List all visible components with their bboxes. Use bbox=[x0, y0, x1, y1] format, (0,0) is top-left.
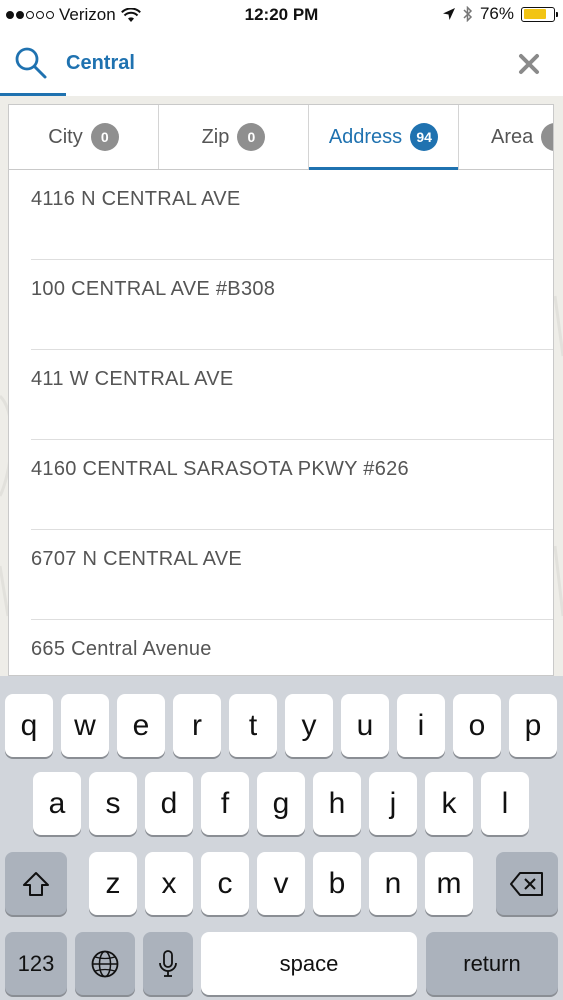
address-results-list: 4116 N CENTRAL AVE 100 CENTRAL AVE #B308… bbox=[9, 170, 553, 675]
result-item[interactable]: 6707 N CENTRAL AVE bbox=[9, 530, 553, 620]
battery-percent: 76% bbox=[479, 4, 514, 23]
key-m[interactable]: m bbox=[425, 852, 473, 915]
tab-zip[interactable]: Zip 0 bbox=[159, 105, 309, 169]
count-badge: 0 bbox=[90, 123, 119, 151]
key-h[interactable]: h bbox=[313, 772, 361, 835]
shift-icon bbox=[23, 871, 49, 896]
key-g[interactable]: g bbox=[257, 772, 305, 835]
globe-key[interactable] bbox=[75, 932, 135, 995]
search-results-panel: City 0 Zip 0 Address 94 Area 4116 N CENT… bbox=[8, 104, 554, 676]
close-icon[interactable] bbox=[517, 52, 541, 76]
key-t[interactable]: t bbox=[229, 694, 277, 757]
return-key[interactable]: return bbox=[426, 932, 558, 995]
tab-label: Area bbox=[491, 125, 534, 148]
key-a[interactable]: a bbox=[33, 772, 81, 835]
count-badge: 94 bbox=[410, 123, 439, 151]
tab-label: Zip bbox=[201, 125, 230, 148]
key-z[interactable]: z bbox=[89, 852, 137, 915]
tab-address[interactable]: Address 94 bbox=[309, 105, 459, 170]
result-item[interactable]: 4116 N CENTRAL AVE bbox=[9, 170, 553, 260]
count-badge: 0 bbox=[237, 123, 266, 151]
key-l[interactable]: l bbox=[481, 772, 529, 835]
key-s[interactable]: s bbox=[89, 772, 137, 835]
on-screen-keyboard: q w e r t y u i o p a s d f g h j k l z … bbox=[0, 676, 563, 1000]
key-i[interactable]: i bbox=[397, 694, 445, 757]
status-bar: Verizon 12:20 PM 76% bbox=[0, 0, 563, 32]
key-x[interactable]: x bbox=[145, 852, 193, 915]
key-v[interactable]: v bbox=[257, 852, 305, 915]
tab-label: Address bbox=[328, 125, 403, 148]
key-d[interactable]: d bbox=[145, 772, 193, 835]
count-badge bbox=[541, 123, 553, 151]
microphone-key[interactable] bbox=[143, 932, 193, 995]
key-r[interactable]: r bbox=[173, 694, 221, 757]
key-o[interactable]: o bbox=[453, 694, 501, 757]
key-y[interactable]: y bbox=[285, 694, 333, 757]
battery-icon bbox=[521, 6, 558, 22]
tab-city[interactable]: City 0 bbox=[9, 105, 159, 169]
numbers-key[interactable]: 123 bbox=[5, 932, 67, 995]
location-arrow-icon bbox=[442, 8, 455, 20]
status-right: 76% bbox=[442, 4, 558, 24]
result-category-tabs: City 0 Zip 0 Address 94 Area bbox=[9, 105, 553, 170]
search-icon[interactable] bbox=[14, 46, 48, 80]
key-u[interactable]: u bbox=[341, 694, 389, 757]
space-key[interactable]: space bbox=[201, 932, 417, 995]
key-c[interactable]: c bbox=[201, 852, 249, 915]
key-q[interactable]: q bbox=[5, 694, 53, 757]
key-w[interactable]: w bbox=[61, 694, 109, 757]
microphone-icon bbox=[159, 949, 177, 977]
result-item[interactable]: 100 CENTRAL AVE #B308 bbox=[9, 260, 553, 350]
key-b[interactable]: b bbox=[313, 852, 361, 915]
result-item[interactable]: 665 Central Avenue bbox=[9, 620, 553, 675]
result-item[interactable]: 4160 CENTRAL SARASOTA PKWY #626 bbox=[9, 440, 553, 530]
search-input[interactable] bbox=[66, 48, 486, 78]
key-n[interactable]: n bbox=[369, 852, 417, 915]
key-e[interactable]: e bbox=[117, 694, 165, 757]
result-item[interactable]: 411 W CENTRAL AVE bbox=[9, 350, 553, 440]
globe-icon bbox=[91, 950, 119, 977]
delete-icon bbox=[510, 871, 543, 896]
delete-key[interactable] bbox=[496, 852, 558, 915]
key-f[interactable]: f bbox=[201, 772, 249, 835]
search-header bbox=[0, 32, 563, 96]
shift-key[interactable] bbox=[5, 852, 67, 915]
key-j[interactable]: j bbox=[369, 772, 417, 835]
tab-label: City bbox=[48, 125, 83, 148]
key-k[interactable]: k bbox=[425, 772, 473, 835]
tab-area[interactable]: Area bbox=[459, 105, 553, 169]
key-p[interactable]: p bbox=[509, 694, 557, 757]
bluetooth-icon bbox=[463, 6, 473, 22]
